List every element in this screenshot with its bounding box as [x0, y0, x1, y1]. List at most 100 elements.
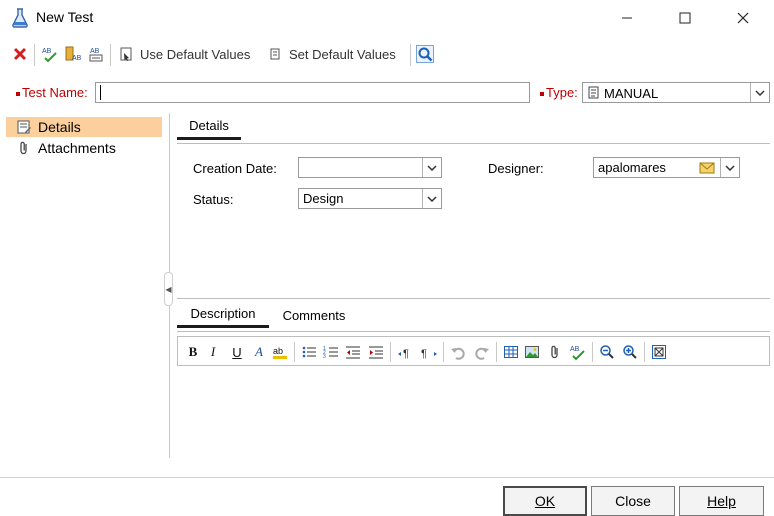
section-divider	[177, 298, 770, 299]
close-button-label: Close	[615, 493, 651, 509]
minimize-icon	[622, 17, 632, 19]
flask-icon	[11, 8, 29, 28]
highlight-button[interactable]: ab	[271, 343, 289, 361]
sidebar	[0, 113, 170, 458]
thesaurus-button[interactable]: AB	[64, 45, 82, 63]
bullet-list-icon	[302, 346, 316, 358]
chevron-down-icon	[427, 164, 437, 171]
svg-text:AB: AB	[90, 48, 100, 55]
status-value: Design	[303, 191, 344, 206]
svg-text:AB: AB	[42, 48, 52, 55]
zoom-out-button[interactable]	[598, 343, 616, 361]
zoom-out-icon	[600, 345, 614, 359]
rtl-button[interactable]: ¶	[420, 343, 438, 361]
bold-button[interactable]: B	[184, 343, 202, 361]
creation-date-dropdown-button[interactable]	[422, 158, 441, 177]
redo-button[interactable]	[473, 343, 491, 361]
toolbar-separator	[390, 342, 391, 362]
rich-text-toolbar: B I U A ab 123 ¶ ¶ AB	[177, 336, 770, 366]
description-editor[interactable]	[177, 366, 770, 456]
increase-indent-button[interactable]	[367, 343, 385, 361]
close-button[interactable]: Close	[591, 486, 675, 516]
decrease-indent-button[interactable]	[344, 343, 362, 361]
font-button[interactable]: A	[250, 343, 268, 361]
delete-icon	[13, 47, 27, 61]
sidebar-item-label: Attachments	[38, 140, 116, 156]
undo-button[interactable]	[449, 343, 467, 361]
insert-image-button[interactable]	[523, 343, 541, 361]
spelling-options-button[interactable]: AB	[87, 45, 105, 63]
toolbar-separator	[592, 342, 593, 362]
attach-file-button[interactable]	[546, 343, 564, 361]
designer-dropdown-button[interactable]	[720, 158, 739, 177]
text-caret	[100, 85, 101, 100]
test-name-label: Test Name:	[22, 85, 88, 100]
rte-spell-check-button[interactable]: AB	[569, 343, 587, 361]
maximize-button[interactable]	[656, 0, 714, 36]
designer-label: Designer:	[488, 161, 544, 176]
svg-text:¶: ¶	[421, 348, 427, 360]
sidebar-item-attachments[interactable]: Attachments	[6, 138, 162, 158]
required-marker	[16, 92, 20, 96]
zoom-in-icon	[623, 345, 637, 359]
window-title: New Test	[36, 9, 94, 25]
tab-comments[interactable]: Comments	[271, 302, 357, 328]
numbered-list-icon: 123	[323, 346, 338, 360]
close-icon	[737, 12, 749, 24]
details-icon	[17, 120, 31, 134]
designer-value: apalomares	[598, 160, 666, 175]
chevron-down-icon	[725, 164, 735, 171]
tab-divider	[177, 331, 770, 332]
spell-check-icon: AB	[42, 48, 57, 63]
test-name-input[interactable]	[95, 82, 530, 103]
set-default-values-button[interactable]: Set Default Values	[289, 47, 396, 62]
svg-text:AB: AB	[570, 346, 580, 353]
type-select[interactable]: MANUAL	[582, 82, 770, 103]
tab-details[interactable]: Details	[177, 114, 241, 140]
use-default-icon[interactable]	[117, 45, 135, 63]
use-default-values-button[interactable]: Use Default Values	[140, 47, 250, 62]
document-icon	[588, 86, 599, 99]
set-default-icon[interactable]	[266, 45, 284, 63]
left-to-right-icon: ¶	[398, 348, 409, 360]
zoom-in-button[interactable]	[621, 343, 639, 361]
chevron-down-icon	[755, 89, 765, 96]
fullscreen-button[interactable]	[650, 343, 668, 361]
designer-field[interactable]: apalomares	[593, 157, 740, 178]
bullet-list-button[interactable]	[300, 343, 318, 361]
fullscreen-icon	[652, 345, 666, 359]
ltr-button[interactable]: ¶	[397, 343, 415, 361]
minimize-button[interactable]	[598, 0, 656, 36]
type-value: MANUAL	[604, 86, 659, 101]
type-dropdown-button[interactable]	[750, 83, 769, 102]
close-window-button[interactable]	[714, 0, 772, 36]
numbered-list-button[interactable]: 123	[322, 343, 340, 361]
toolbar-separator	[34, 44, 35, 66]
spelling-options-icon: AB	[89, 48, 103, 62]
sidebar-item-details[interactable]: Details	[6, 117, 162, 137]
increase-indent-icon	[369, 346, 383, 359]
svg-text:ab: ab	[273, 346, 283, 356]
collapse-sidebar-handle[interactable]: ◀	[164, 272, 173, 306]
toolbar-separator	[644, 342, 645, 362]
paperclip-icon	[551, 345, 558, 359]
decrease-indent-icon	[346, 346, 360, 359]
tab-description[interactable]: Description	[177, 302, 269, 328]
spell-check-button[interactable]: AB	[41, 45, 59, 63]
insert-table-button[interactable]	[502, 343, 520, 361]
search-button[interactable]	[416, 45, 434, 63]
email-icon[interactable]	[699, 162, 715, 174]
search-icon	[418, 47, 433, 62]
undo-icon	[451, 347, 465, 360]
status-select[interactable]: Design	[298, 188, 442, 209]
spell-check-icon: AB	[570, 346, 585, 361]
creation-date-field[interactable]	[298, 157, 442, 178]
underline-button[interactable]: U	[228, 343, 246, 361]
italic-button[interactable]: I	[204, 343, 222, 361]
ok-button[interactable]: OK	[503, 486, 587, 516]
delete-button[interactable]	[11, 45, 29, 63]
toolbar-separator	[294, 342, 295, 362]
toolbar-separator	[496, 342, 497, 362]
status-dropdown-button[interactable]	[422, 189, 441, 208]
help-button[interactable]: Help	[679, 486, 764, 516]
